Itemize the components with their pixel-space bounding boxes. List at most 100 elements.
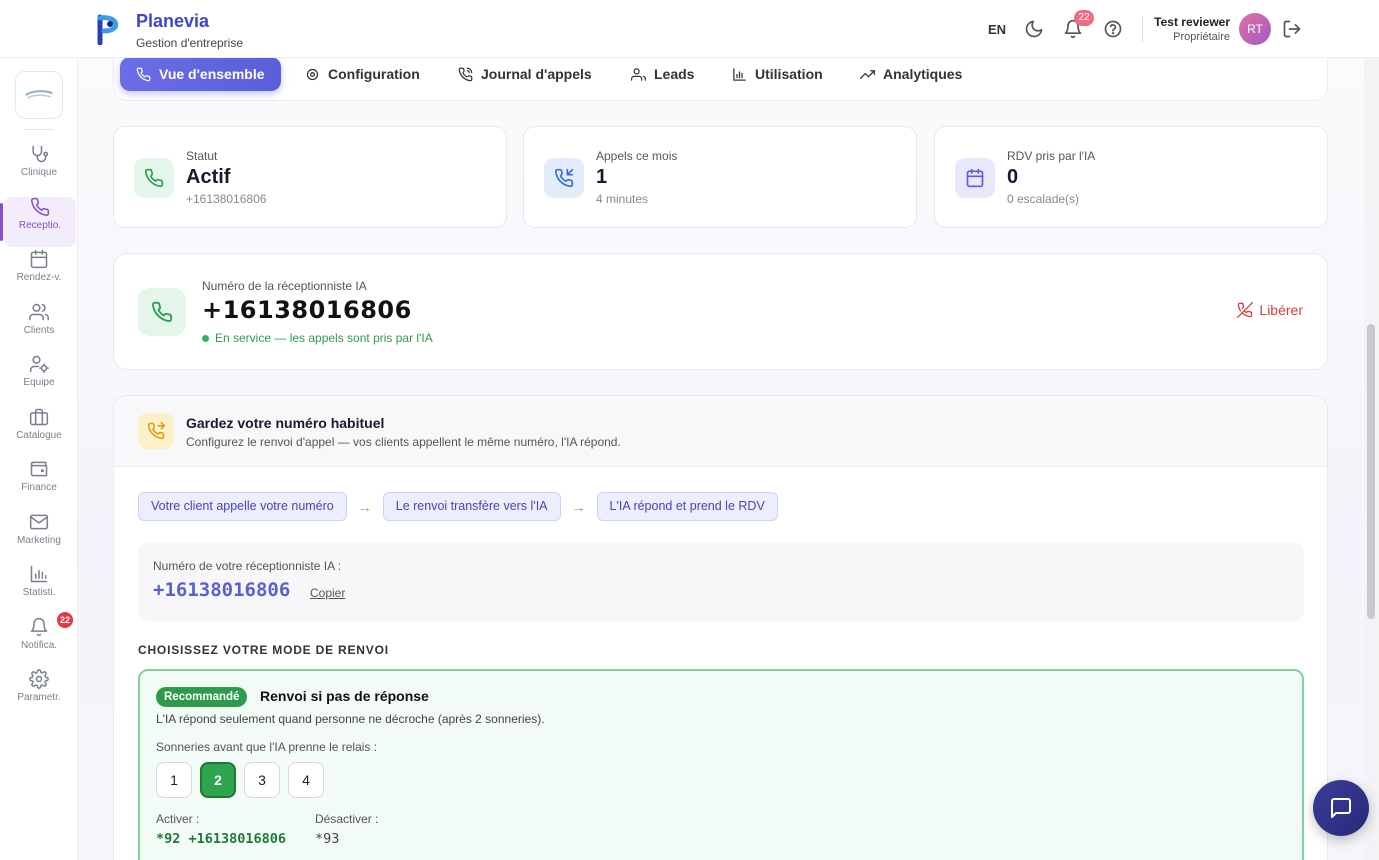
ai-number-card: Numéro de la réceptionniste IA +16138016…: [113, 253, 1328, 370]
stat-label: Statut: [186, 149, 218, 163]
sidebar: Clinique Receptio. Rendez-v. Clients Equ…: [0, 58, 78, 860]
notification-badge: 22: [1074, 10, 1094, 26]
sidebar-item-catalogue[interactable]: Catalogue: [0, 407, 78, 457]
ring-option-4[interactable]: 4: [288, 762, 324, 798]
top-header: Planevia Gestion d'entreprise EN 22 Test…: [0, 0, 1379, 58]
stat-sub: 4 minutes: [596, 192, 649, 206]
ring-option-1[interactable]: 1: [156, 762, 192, 798]
bar-chart-icon: [30, 565, 48, 583]
logout-icon[interactable]: [1282, 19, 1302, 39]
sidebar-item-parametres[interactable]: Parametr.: [0, 669, 78, 719]
sidebar-item-label: Catalogue: [16, 430, 62, 441]
stethoscope-icon: [32, 145, 49, 163]
phone-call-icon: [458, 67, 473, 81]
sidebar-item-label: Statisti.: [22, 587, 56, 598]
tab-configuration[interactable]: Configuration: [305, 58, 420, 91]
sidebar-divider: [24, 129, 54, 130]
stat-card-status: Statut Actif +16138016806: [113, 126, 507, 228]
forwarding-flow: Votre client appelle votre numéro → Le r…: [138, 492, 778, 521]
chat-button[interactable]: [1313, 780, 1369, 836]
tab-overview[interactable]: Vue d'ensemble: [120, 58, 281, 91]
sidebar-item-label: Clinique: [20, 167, 58, 178]
phone-off-icon: [1237, 302, 1254, 318]
forwarding-title: Gardez votre numéro habituel: [186, 415, 385, 431]
sidebar-item-marketing[interactable]: Marketing: [0, 512, 78, 562]
ai-number-label: Numéro de la réceptionniste IA: [202, 279, 367, 293]
stat-label: RDV pris par l'IA: [1007, 149, 1096, 163]
forwarding-header: Gardez votre numéro habituel Configurez …: [114, 396, 1327, 467]
sidebar-item-label: Clients: [23, 325, 55, 336]
tab-usage[interactable]: Utilisation: [732, 58, 823, 91]
release-label: Libérer: [1259, 302, 1303, 318]
tab-label: Analytiques: [883, 66, 963, 82]
trending-up-icon: [860, 69, 875, 79]
ring-option-3[interactable]: 3: [244, 762, 280, 798]
avatar[interactable]: RT: [1239, 13, 1271, 45]
mail-icon: [29, 514, 49, 530]
gear-icon: [306, 68, 319, 80]
flow-step: Le renvoi transfère vers l'IA: [382, 492, 561, 521]
release-number-button[interactable]: Libérer: [1237, 302, 1303, 318]
sidebar-item-rendez-vous[interactable]: Rendez-v.: [0, 249, 78, 299]
tab-leads[interactable]: Leads: [631, 58, 694, 91]
main-content: Vue d'ensemble Configuration Journal d'a…: [78, 58, 1364, 860]
sidebar-item-clinique[interactable]: Clinique: [0, 144, 78, 194]
user-cog-icon: [29, 355, 49, 374]
sidebar-item-equipe[interactable]: Equipe: [0, 354, 78, 404]
sidebar-item-receptionniste[interactable]: Receptio.: [0, 197, 76, 247]
wallet-icon: [30, 461, 48, 477]
ai-number-box: Numéro de votre réceptionniste IA : +161…: [138, 542, 1304, 621]
ai-number-box-value: +16138016806: [153, 579, 291, 601]
stat-card-appointments: RDV pris par l'IA 0 0 escalade(s): [934, 126, 1328, 228]
status-dot: [202, 334, 209, 342]
phone-icon: [31, 197, 50, 216]
users-icon: [29, 303, 49, 321]
tab-label: Configuration: [328, 66, 420, 82]
stat-sub: +16138016806: [186, 192, 267, 206]
activate-code: *92 +16138016806: [156, 831, 287, 847]
forward-mode-option[interactable]: Recommandé Renvoi si pas de réponse L'IA…: [138, 669, 1304, 860]
user-role: Propriétaire: [1173, 31, 1230, 43]
brand-logo-icon: [97, 14, 118, 45]
workspace-logo[interactable]: [15, 71, 63, 119]
header-divider: [1142, 16, 1143, 42]
brand-subtitle: Gestion d'entreprise: [136, 36, 244, 50]
bar-chart-icon: [733, 67, 746, 81]
users-icon: [631, 67, 646, 81]
sidebar-item-clients[interactable]: Clients: [0, 302, 78, 352]
language-toggle[interactable]: EN: [988, 22, 1006, 37]
calendar-icon-wrap: [955, 158, 995, 198]
chat-icon: [1331, 798, 1351, 818]
phone-icon-wrap: [134, 158, 174, 198]
user-info[interactable]: Test reviewer Propriétaire: [1154, 15, 1230, 43]
ai-number-value: +16138016806: [202, 296, 412, 324]
sidebar-item-label: Rendez-v.: [16, 272, 62, 283]
phone-icon: [152, 301, 173, 322]
service-status: En service — les appels sont pris par l'…: [202, 331, 433, 345]
copy-number-button[interactable]: Copier: [310, 586, 345, 600]
mode-name: Renvoi si pas de réponse: [260, 688, 429, 704]
phone-forward-icon-wrap: [138, 413, 174, 449]
sidebar-notification-badge: 22: [57, 612, 73, 628]
phone-forward-icon: [147, 422, 165, 440]
ring-option-2[interactable]: 2: [200, 762, 236, 798]
gear-icon: [29, 669, 49, 689]
tab-label: Leads: [654, 66, 695, 82]
sidebar-item-label: Notifica.: [20, 640, 58, 651]
forwarding-card: Gardez votre numéro habituel Configurez …: [113, 395, 1328, 860]
sidebar-item-finance[interactable]: Finance: [0, 459, 78, 509]
briefcase-icon: [29, 408, 49, 426]
sidebar-item-statistiques[interactable]: Statisti.: [0, 564, 78, 614]
mode-description: L'IA répond seulement quand personne ne …: [156, 712, 545, 726]
user-name: Test reviewer: [1154, 15, 1230, 29]
scrollbar-thumb[interactable]: [1367, 324, 1375, 619]
tab-call-log[interactable]: Journal d'appels: [458, 58, 592, 91]
brand-name: Planevia: [136, 11, 210, 31]
tab-analytics[interactable]: Analytiques: [860, 58, 962, 91]
mode-section-title: CHOISISSEZ VOTRE MODE DE RENVOI: [138, 643, 389, 657]
moon-icon[interactable]: [1024, 19, 1044, 39]
stat-label: Appels ce mois: [596, 149, 678, 163]
sidebar-item-label: Equipe: [23, 377, 55, 388]
sidebar-item-label: Finance: [21, 482, 57, 493]
help-icon[interactable]: [1103, 19, 1123, 39]
